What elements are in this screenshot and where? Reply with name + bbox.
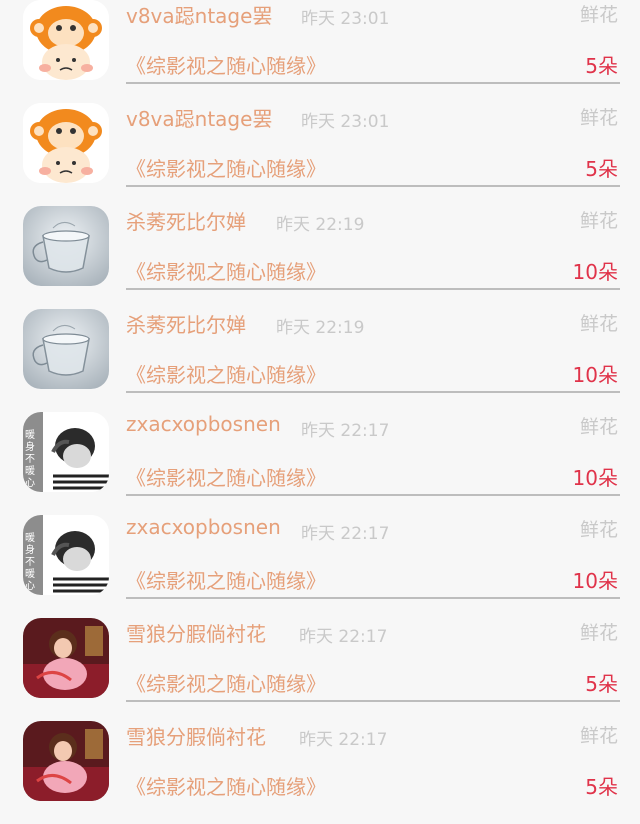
divider (126, 185, 620, 187)
book-title-link[interactable]: 《综影视之随心随缘》 (126, 565, 326, 594)
gift-count: 10朵 (572, 466, 618, 490)
boy-portrait-avatar-icon[interactable]: 暖身不暖心 (23, 515, 109, 595)
gift-type: 鲜花 (579, 210, 618, 232)
user-name[interactable]: 雪狼分腵倘衬花 (126, 618, 266, 647)
divider (126, 597, 620, 599)
gift-list: v8va跽ntage罢 昨天 23:01 鲜花 《综影视之随心随缘》 5朵 v8… (0, 0, 640, 802)
user-name[interactable]: 雪狼分腵倘衬花 (126, 721, 266, 750)
book-title-link[interactable]: 《综影视之随心随缘》 (126, 771, 326, 800)
gift-count: 5朵 (585, 54, 618, 78)
gift-type: 鲜花 (579, 622, 618, 644)
list-item[interactable]: 杀莠死比尔婵 昨天 22:19 鲜花 《综影视之随心随缘》 10朵 (0, 309, 640, 412)
book-title-link[interactable]: 《综影视之随心随缘》 (126, 359, 326, 388)
user-name[interactable]: 杀莠死比尔婵 (126, 309, 246, 338)
gift-type: 鲜花 (579, 416, 618, 438)
book-title-link[interactable]: 《综影视之随心随缘》 (126, 668, 326, 697)
monkey-avatar-icon[interactable] (23, 103, 109, 183)
book-title-link[interactable]: 《综影视之随心随缘》 (126, 153, 326, 182)
gift-count: 10朵 (572, 363, 618, 387)
list-item[interactable]: 杀莠死比尔婵 昨天 22:19 鲜花 《综影视之随心随缘》 10朵 (0, 206, 640, 309)
timestamp: 昨天 22:17 (301, 524, 390, 544)
book-title-link[interactable]: 《综影视之随心随缘》 (126, 50, 326, 79)
book-title-link[interactable]: 《综影视之随心随缘》 (126, 256, 326, 285)
divider (126, 82, 620, 84)
gift-type: 鲜花 (579, 313, 618, 335)
glass-cup-avatar-icon[interactable] (23, 309, 109, 389)
gift-count: 5朵 (585, 672, 618, 696)
gift-count: 5朵 (585, 775, 618, 799)
avatar-caption: 暖身不暖心 (25, 533, 35, 592)
timestamp: 昨天 23:01 (301, 9, 390, 29)
monkey-avatar-icon[interactable] (23, 0, 109, 80)
user-name[interactable]: v8va跽ntage罢 (126, 0, 272, 29)
timestamp: 昨天 23:01 (301, 112, 390, 132)
list-item[interactable]: 暖身不暖心 zxacxopbosnen 昨天 22:17 鲜花 《综影视之随心随… (0, 515, 640, 618)
list-item[interactable]: v8va跽ntage罢 昨天 23:01 鲜花 《综影视之随心随缘》 5朵 (0, 103, 640, 206)
anime-girl-avatar-icon[interactable] (23, 721, 109, 801)
divider (126, 288, 620, 290)
gift-count: 10朵 (572, 569, 618, 593)
gift-type: 鲜花 (579, 519, 618, 541)
list-item[interactable]: 雪狼分腵倘衬花 昨天 22:17 鲜花 《综影视之随心随缘》 5朵 (0, 721, 640, 824)
user-name[interactable]: 杀莠死比尔婵 (126, 206, 246, 235)
gift-type: 鲜花 (579, 725, 618, 747)
timestamp: 昨天 22:17 (299, 730, 388, 750)
user-name[interactable]: zxacxopbosnen (126, 412, 281, 436)
list-item[interactable]: v8va跽ntage罢 昨天 23:01 鲜花 《综影视之随心随缘》 5朵 (0, 0, 640, 103)
boy-portrait-avatar-icon[interactable]: 暖身不暖心 (23, 412, 109, 492)
list-item[interactable]: 暖身不暖心 zxacxopbosnen 昨天 22:17 鲜花 《综影视之随心随… (0, 412, 640, 515)
timestamp: 昨天 22:19 (276, 215, 365, 235)
gift-type: 鲜花 (579, 107, 618, 129)
user-name[interactable]: v8va跽ntage罢 (126, 103, 272, 132)
book-title-link[interactable]: 《综影视之随心随缘》 (126, 462, 326, 491)
gift-count: 10朵 (572, 260, 618, 284)
gift-count: 5朵 (585, 157, 618, 181)
divider (126, 391, 620, 393)
divider (126, 700, 620, 702)
gift-type: 鲜花 (579, 4, 618, 26)
avatar-caption: 暖身不暖心 (25, 430, 35, 489)
divider (126, 494, 620, 496)
timestamp: 昨天 22:17 (299, 627, 388, 647)
timestamp: 昨天 22:19 (276, 318, 365, 338)
anime-girl-avatar-icon[interactable] (23, 618, 109, 698)
user-name[interactable]: zxacxopbosnen (126, 515, 281, 539)
list-item[interactable]: 雪狼分腵倘衬花 昨天 22:17 鲜花 《综影视之随心随缘》 5朵 (0, 618, 640, 721)
timestamp: 昨天 22:17 (301, 421, 390, 441)
glass-cup-avatar-icon[interactable] (23, 206, 109, 286)
